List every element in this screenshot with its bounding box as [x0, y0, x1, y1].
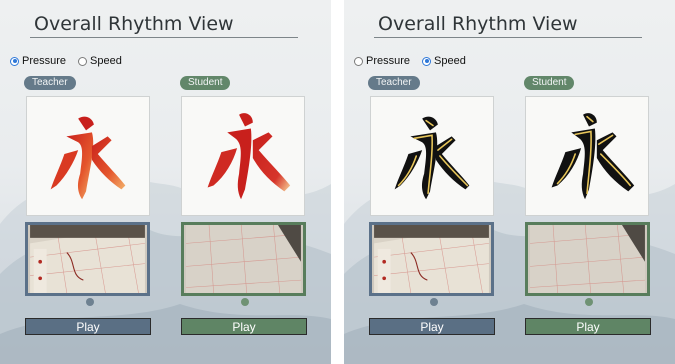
speed-radio-option[interactable]: Speed: [422, 55, 466, 67]
pressure-radio-option[interactable]: Pressure: [354, 55, 410, 67]
teacher-play-button[interactable]: Play: [369, 318, 495, 335]
pressure-radio-button[interactable]: [354, 56, 363, 66]
yong-character-icon: [551, 113, 635, 200]
speed-radio-button[interactable]: [78, 56, 88, 66]
page-title: Overall Rhythm View: [378, 13, 578, 35]
student-video-frame[interactable]: [525, 222, 650, 296]
title-divider: [374, 37, 642, 38]
teacher-play-button[interactable]: Play: [25, 318, 151, 335]
speed-radio-option[interactable]: Speed: [78, 55, 122, 67]
pressure-radio-button[interactable]: [10, 56, 19, 66]
yong-character-icon: [50, 116, 126, 200]
brush-writing-video-frame-icon: [374, 225, 489, 293]
teacher-progress-dot[interactable]: [430, 298, 438, 306]
student-progress-dot[interactable]: [585, 298, 593, 306]
student-play-button[interactable]: Play: [525, 318, 651, 335]
speed-view-panel: Overall Rhythm View Pressure Speed Teach…: [344, 0, 675, 364]
student-progress-dot[interactable]: [241, 298, 249, 306]
mode-radio-group: Pressure Speed: [354, 55, 478, 67]
teacher-progress-dot[interactable]: [86, 298, 94, 306]
speed-radio-button[interactable]: [422, 56, 432, 66]
student-video-frame[interactable]: [181, 222, 306, 296]
yong-character-icon: [394, 116, 470, 200]
speed-radio-label[interactable]: Speed: [434, 55, 466, 67]
teacher-label: Teacher: [24, 76, 76, 90]
student-label: Student: [180, 76, 231, 90]
mode-radio-group: Pressure Speed: [10, 55, 134, 67]
student-label: Student: [524, 76, 575, 90]
student-glyph-box: [181, 96, 305, 216]
student-glyph-box: [525, 96, 649, 216]
teacher-video-frame[interactable]: [25, 222, 150, 296]
teacher-glyph-box: [26, 96, 150, 216]
pressure-radio-label[interactable]: Pressure: [366, 55, 410, 67]
teacher-label: Teacher: [368, 76, 420, 90]
teacher-video-frame[interactable]: [369, 222, 494, 296]
pressure-radio-label[interactable]: Pressure: [22, 55, 66, 67]
brush-writing-video-frame-icon: [30, 225, 145, 293]
speed-radio-label[interactable]: Speed: [90, 55, 122, 67]
title-divider: [30, 37, 298, 38]
pressure-radio-option[interactable]: Pressure: [10, 55, 66, 67]
page-title: Overall Rhythm View: [34, 13, 234, 35]
brush-writing-video-frame-icon: [186, 225, 301, 293]
teacher-glyph-box: [370, 96, 494, 216]
brush-writing-video-frame-icon: [530, 225, 645, 293]
student-play-button[interactable]: Play: [181, 318, 307, 335]
yong-character-icon: [207, 113, 291, 200]
pressure-view-panel: Overall Rhythm View Pressure Speed Teach…: [0, 0, 331, 364]
